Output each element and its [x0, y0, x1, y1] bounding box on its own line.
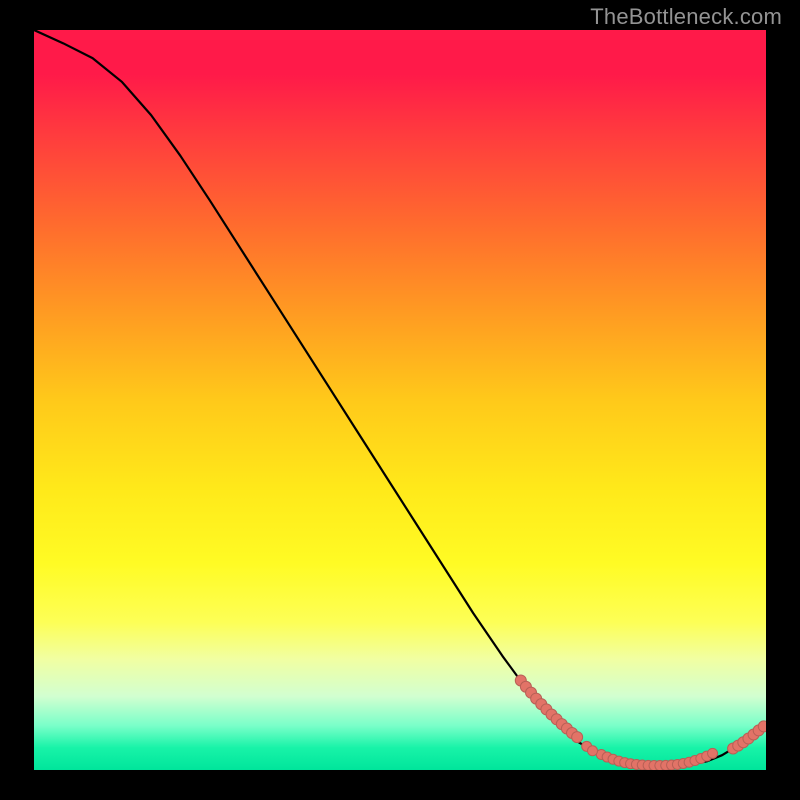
- chart-svg: [34, 30, 766, 770]
- scatter-dot: [758, 721, 766, 732]
- scatter-dot: [708, 748, 718, 758]
- scatter-dots: [515, 675, 766, 770]
- watermark-text: TheBottleneck.com: [590, 4, 782, 30]
- scatter-dot: [588, 746, 598, 756]
- scatter-dot: [572, 732, 583, 743]
- chart-area: [34, 30, 766, 770]
- curve-line: [34, 30, 766, 766]
